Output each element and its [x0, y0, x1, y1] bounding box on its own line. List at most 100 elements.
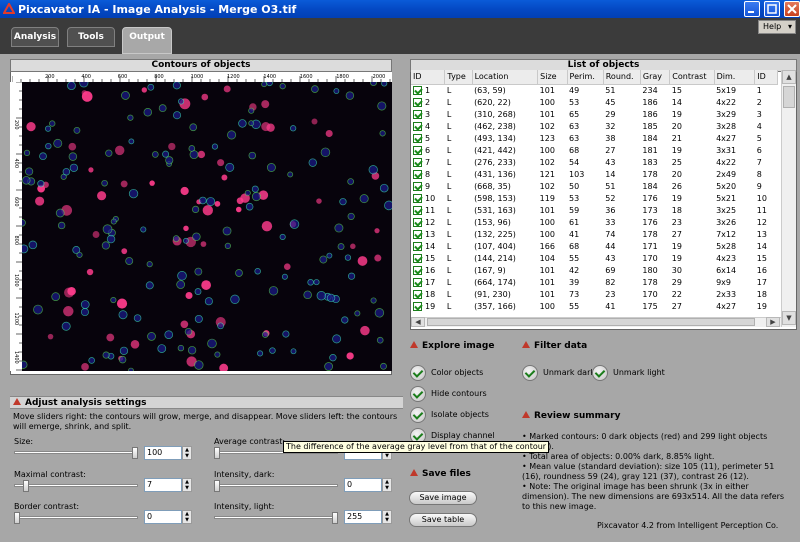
table-row[interactable]: 16 L (167, 9) 101 42 69 180 30 6x14 16	[411, 264, 778, 276]
border-contrast-input[interactable]: 0	[144, 510, 182, 524]
maximal-contrast-input[interactable]: 7	[144, 478, 182, 492]
intensity-light-stepper[interactable]: ▲ ▼	[382, 510, 392, 524]
size-slider-knob[interactable]	[132, 447, 138, 459]
maximal-contrast-knob[interactable]	[23, 480, 29, 492]
hscroll-thumb[interactable]	[427, 318, 755, 326]
row-checkbox[interactable]	[413, 205, 422, 215]
row-checkbox[interactable]	[413, 121, 422, 131]
size-stepper[interactable]: ▲ ▼	[182, 446, 192, 460]
row-checkbox[interactable]	[413, 169, 422, 179]
maximize-button[interactable]	[764, 1, 780, 17]
table-vertical-scrollbar[interactable]: ▲ ▼	[781, 70, 796, 327]
table-row[interactable]: 18 L (91, 230) 101 73 23 170 22 2x33 18	[411, 288, 778, 300]
maximal-contrast-track[interactable]	[14, 484, 138, 487]
column-header[interactable]: Contrast	[669, 70, 715, 85]
table-row[interactable]: 17 L (664, 174) 101 39 82 178 29 9x9 17	[411, 276, 778, 288]
row-checkbox[interactable]	[413, 289, 422, 299]
table-row[interactable]: 6 L (421, 442) 100 68 27 181 19 3x31 6	[411, 144, 778, 156]
intensity-dark-track[interactable]	[214, 484, 338, 487]
column-header[interactable]: ID	[411, 70, 446, 85]
maximal-contrast-stepper[interactable]: ▲ ▼	[182, 478, 192, 492]
column-header[interactable]: Perim.	[567, 70, 604, 85]
table-row[interactable]: 9 L (668, 35) 102 50 51 184 26 5x20 9	[411, 180, 778, 192]
minimize-button[interactable]	[744, 1, 760, 17]
scroll-right-icon[interactable]: ▶	[766, 317, 780, 327]
tab-tools[interactable]: Tools	[67, 27, 115, 47]
column-header[interactable]: Round.	[603, 70, 641, 85]
row-checkbox[interactable]	[413, 265, 422, 275]
table-row[interactable]: 19 L (357, 166) 100 55 41 175 27 4x27 19	[411, 300, 778, 312]
isolate-objects-toggle[interactable]	[410, 407, 426, 423]
table-cell: 184	[642, 181, 658, 191]
save-table-button[interactable]: Save table	[409, 513, 477, 527]
table-row[interactable]: 12 L (153, 96) 100 61 33 176 23 3x26 12	[411, 216, 778, 228]
row-checkbox[interactable]	[413, 229, 422, 239]
table-row[interactable]: 4 L (462, 238) 102 63 32 185 20 3x28 4	[411, 120, 778, 132]
row-checkbox[interactable]	[413, 301, 422, 311]
average-contrast-knob[interactable]	[214, 447, 220, 459]
table-row[interactable]: 2 L (620, 22) 100 53 45 186 14 4x22 2	[411, 96, 778, 108]
column-header[interactable]: Location	[472, 70, 539, 85]
cell-contour	[279, 83, 286, 90]
size-slider-track[interactable]	[14, 451, 138, 454]
save-image-button[interactable]: Save image	[409, 491, 477, 505]
row-checkbox[interactable]	[413, 241, 422, 251]
intensity-light-knob[interactable]	[332, 512, 338, 524]
tab-output[interactable]: Output	[122, 27, 172, 54]
scroll-down-icon[interactable]: ▼	[782, 311, 796, 325]
color-objects-toggle[interactable]	[410, 365, 426, 381]
intensity-light-input[interactable]: 255	[344, 510, 382, 524]
column-header[interactable]: Dim.	[714, 70, 756, 85]
row-checkbox[interactable]	[413, 253, 422, 263]
table-row[interactable]: 14 L (107, 404) 166 68 44 171 19 5x28 14	[411, 240, 778, 252]
column-header[interactable]: Gray	[640, 70, 671, 85]
table-row[interactable]: 5 L (493, 134) 123 63 38 184 21 4x27 5	[411, 132, 778, 144]
row-checkbox[interactable]	[413, 193, 422, 203]
table-cell: 170	[642, 253, 658, 263]
close-button[interactable]	[784, 1, 800, 17]
table-row[interactable]: 8 L (431, 136) 121 103 14 178 20 2x49 8	[411, 168, 778, 180]
intensity-dark-input[interactable]: 0	[344, 478, 382, 492]
column-header[interactable]: ID	[754, 70, 778, 85]
hide-contours-toggle[interactable]	[410, 386, 426, 402]
table-row[interactable]: 1 L (63, 59) 101 49 51 234 15 5x19 1	[411, 84, 778, 96]
unmark-dark-toggle[interactable]	[522, 365, 538, 381]
table-row[interactable]: 11 L (531, 163) 101 59 36 173 18 3x25 11	[411, 204, 778, 216]
row-checkbox[interactable]	[413, 133, 422, 143]
intensity-dark-knob[interactable]	[214, 480, 220, 492]
cell-contour	[192, 205, 200, 214]
intensity-dark-stepper[interactable]: ▲ ▼	[382, 478, 392, 492]
row-checkbox[interactable]	[413, 217, 422, 227]
table-row[interactable]: 13 L (132, 225) 100 41 74 178 27 7x12 13	[411, 228, 778, 240]
row-checkbox[interactable]	[413, 181, 422, 191]
column-header[interactable]: Type	[444, 70, 473, 85]
cell-contour	[211, 143, 218, 150]
column-header[interactable]: Size	[537, 70, 568, 85]
cell-contour	[347, 212, 355, 221]
size-value-input[interactable]: 100	[144, 446, 182, 460]
row-checkbox[interactable]	[413, 97, 422, 107]
table-cell: 52	[605, 193, 616, 203]
table-horizontal-scrollbar[interactable]: ◀ ▶	[411, 317, 781, 327]
border-contrast-knob[interactable]	[14, 512, 20, 524]
row-checkbox[interactable]	[413, 157, 422, 167]
scroll-thumb[interactable]	[783, 86, 795, 108]
row-checkbox[interactable]	[413, 145, 422, 155]
unmark-light-toggle[interactable]	[592, 365, 608, 381]
tab-analysis[interactable]: Analysis	[11, 27, 59, 47]
table-row[interactable]: 10 L (598, 153) 119 53 52 176 19 5x21 10	[411, 192, 778, 204]
microscopy-image[interactable]	[22, 82, 392, 371]
row-checkbox[interactable]	[413, 109, 422, 119]
table-cell: (664, 174)	[474, 277, 516, 287]
table-row[interactable]: 3 L (310, 268) 101 65 29 186 19 3x29 3	[411, 108, 778, 120]
table-row[interactable]: 7 L (276, 233) 102 54 43 183 25 4x22 7	[411, 156, 778, 168]
help-menu-button[interactable]: Help ▾	[758, 20, 796, 34]
border-contrast-stepper[interactable]: ▲ ▼	[182, 510, 192, 524]
row-checkbox[interactable]	[413, 277, 422, 287]
border-contrast-track[interactable]	[14, 516, 138, 519]
scroll-left-icon[interactable]: ◀	[411, 317, 425, 327]
row-checkbox[interactable]	[413, 85, 422, 95]
intensity-light-track[interactable]	[214, 516, 338, 519]
table-row[interactable]: 15 L (144, 214) 104 55 43 170 19 4x23 15	[411, 252, 778, 264]
scroll-up-icon[interactable]: ▲	[782, 70, 796, 84]
